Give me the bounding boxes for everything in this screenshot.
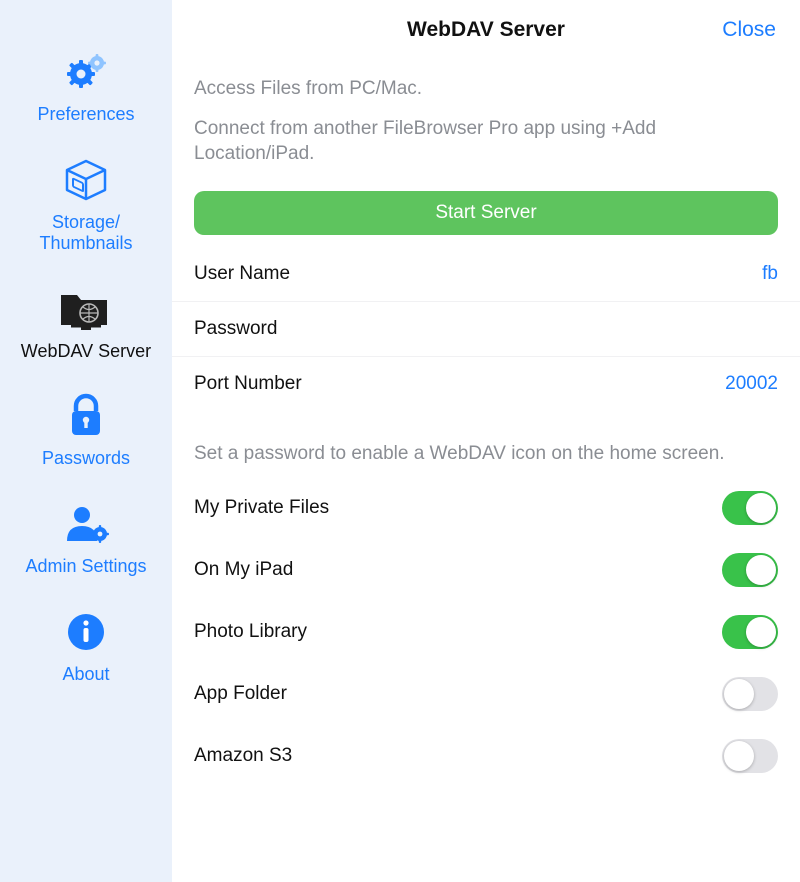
username-label: User Name bbox=[194, 263, 290, 285]
share-list: My Private Files On My iPad Photo Librar… bbox=[172, 477, 800, 787]
share-label: On My iPad bbox=[194, 559, 293, 581]
share-toggle[interactable] bbox=[722, 615, 778, 649]
user-gear-icon bbox=[61, 498, 111, 550]
main-panel: WebDAV Server Close Access Files from PC… bbox=[172, 0, 800, 882]
lock-icon bbox=[66, 390, 106, 442]
topbar: WebDAV Server Close bbox=[172, 0, 800, 60]
sidebar: Preferences Storage/ Thumbnails bbox=[0, 0, 172, 882]
sidebar-item-label: Storage/ Thumbnails bbox=[33, 212, 138, 255]
username-value: fb bbox=[762, 263, 778, 285]
content: Access Files from PC/Mac. Connect from a… bbox=[172, 60, 800, 882]
share-row-amazon-s3: Amazon S3 bbox=[172, 725, 800, 787]
share-label: App Folder bbox=[194, 683, 287, 705]
server-settings: User Name fb Password Port Number 20002 bbox=[172, 247, 800, 411]
sidebar-item-admin[interactable]: Admin Settings bbox=[0, 498, 172, 578]
port-label: Port Number bbox=[194, 373, 302, 395]
folder-globe-icon bbox=[57, 283, 115, 335]
info-icon bbox=[66, 606, 106, 658]
port-row[interactable]: Port Number 20002 bbox=[172, 357, 800, 411]
share-row-photo-library: Photo Library bbox=[172, 601, 800, 663]
close-button[interactable]: Close bbox=[722, 18, 776, 42]
sidebar-item-about[interactable]: About bbox=[0, 606, 172, 686]
sidebar-item-label: WebDAV Server bbox=[15, 341, 157, 363]
sidebar-item-preferences[interactable]: Preferences bbox=[0, 46, 172, 126]
share-row-my-private-files: My Private Files bbox=[172, 477, 800, 539]
sidebar-item-label: Passwords bbox=[36, 448, 136, 470]
share-label: My Private Files bbox=[194, 497, 329, 519]
share-toggle[interactable] bbox=[722, 553, 778, 587]
port-value: 20002 bbox=[725, 373, 778, 395]
share-label: Amazon S3 bbox=[194, 745, 292, 767]
password-row[interactable]: Password bbox=[172, 302, 800, 357]
sidebar-item-passwords[interactable]: Passwords bbox=[0, 390, 172, 470]
share-toggle[interactable] bbox=[722, 491, 778, 525]
sidebar-item-label: About bbox=[56, 664, 115, 686]
password-label: Password bbox=[194, 318, 277, 340]
page-title: WebDAV Server bbox=[407, 18, 565, 42]
intro-text-2: Connect from another FileBrowser Pro app… bbox=[172, 108, 800, 173]
password-note: Set a password to enable a WebDAV icon o… bbox=[172, 411, 800, 477]
share-row-app-folder: App Folder bbox=[172, 663, 800, 725]
intro-text-1: Access Files from PC/Mac. bbox=[172, 60, 800, 108]
username-row[interactable]: User Name fb bbox=[172, 247, 800, 302]
sidebar-item-webdav[interactable]: WebDAV Server bbox=[0, 283, 172, 363]
share-toggle[interactable] bbox=[722, 739, 778, 773]
box-icon bbox=[61, 154, 111, 206]
sidebar-item-storage[interactable]: Storage/ Thumbnails bbox=[0, 154, 172, 255]
share-row-on-my-ipad: On My iPad bbox=[172, 539, 800, 601]
sidebar-item-label: Admin Settings bbox=[19, 556, 152, 578]
share-toggle[interactable] bbox=[722, 677, 778, 711]
gear-icon bbox=[60, 46, 112, 98]
share-label: Photo Library bbox=[194, 621, 307, 643]
sidebar-item-label: Preferences bbox=[31, 104, 140, 126]
start-server-button[interactable]: Start Server bbox=[194, 191, 778, 235]
